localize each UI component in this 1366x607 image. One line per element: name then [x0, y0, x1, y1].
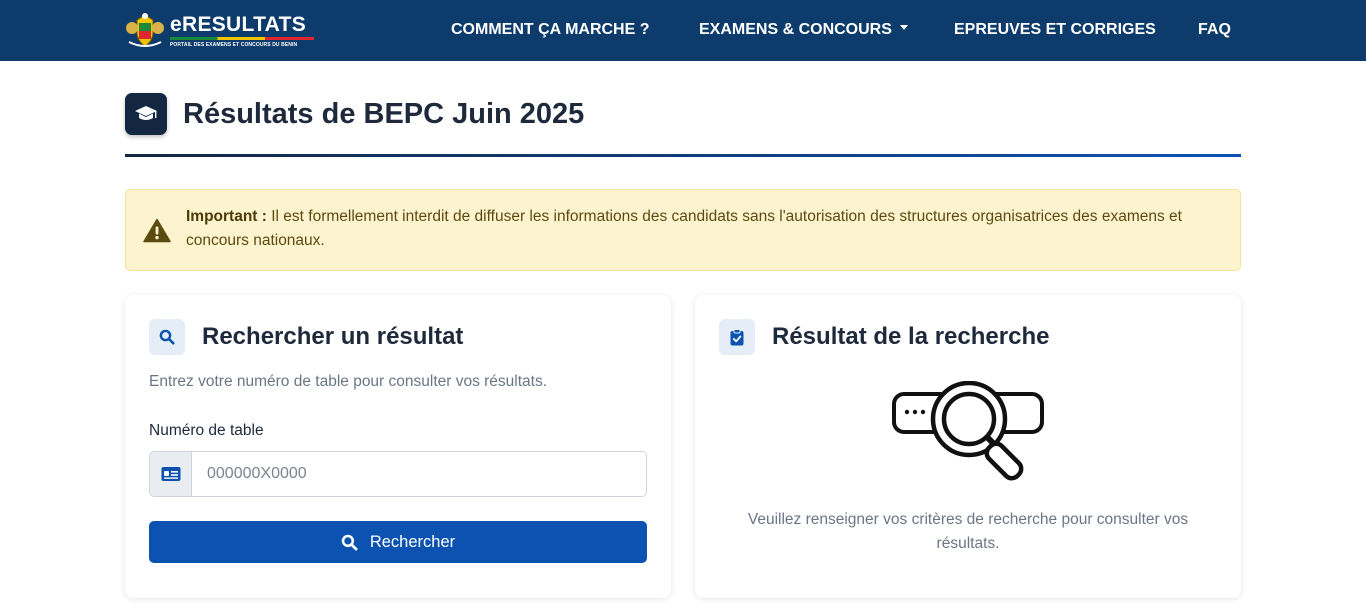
clipboard-check-icon [730, 328, 744, 345]
nav-link-comment-ca-marche[interactable]: COMMENT ÇA MARCHE ? [451, 20, 650, 40]
alert-message: Important : Il est formellement interdit… [186, 205, 1231, 253]
flag-stripe [170, 36, 314, 40]
search-icon [341, 534, 358, 550]
id-card-icon [161, 467, 180, 481]
graduation-cap-icon [135, 106, 157, 120]
nav-link-epreuves-corriges[interactable]: EPREUVES ET CORRIGES [954, 20, 1156, 40]
important-alert: Important : Il est formellement interdit… [125, 189, 1241, 271]
table-number-input-group [149, 451, 647, 497]
alert-strong: Important : [186, 208, 267, 225]
coat-of-arms-icon [126, 13, 164, 47]
caret-down-icon [899, 25, 908, 31]
warning-icon [143, 218, 171, 243]
card-icon-badge [149, 319, 185, 355]
search-button-label: Rechercher [369, 532, 456, 551]
table-number-input[interactable] [192, 452, 646, 496]
input-addon [150, 452, 192, 496]
title-badge [125, 93, 167, 135]
table-number-label: Numéro de table [149, 422, 264, 439]
nav-link-label: EXAMENS & CONCOURS [699, 21, 892, 38]
alert-body: Il est formellement interdit de diffuser… [186, 208, 1182, 249]
search-button[interactable]: Rechercher [149, 521, 647, 563]
result-card: Résultat de la recherche Veuillez rensei… [695, 295, 1241, 598]
nav-link-examens-concours[interactable]: EXAMENS & CONCOURS [699, 20, 908, 40]
brand-logo[interactable]: eRESULTATS PORTAIL DES EXAMENS ET CONCOU… [124, 12, 314, 50]
brand-name: eRESULTATS [170, 12, 307, 36]
search-card-description: Entrez votre numéro de table pour consul… [149, 373, 548, 390]
title-divider [125, 154, 1241, 157]
search-icon [159, 329, 175, 345]
navbar: eRESULTATS PORTAIL DES EXAMENS ET CONCOU… [0, 0, 1366, 61]
result-card-title: Résultat de la recherche [772, 323, 1050, 350]
search-card: Rechercher un résultat Entrez votre numé… [125, 295, 671, 598]
result-placeholder-message: Veuillez renseigner vos critères de rech… [747, 511, 1189, 552]
search-card-title: Rechercher un résultat [202, 323, 464, 350]
brand-subtitle: PORTAIL DES EXAMENS ET CONCOURS DU BENIN [170, 41, 298, 48]
search-illustration-icon [892, 381, 1044, 481]
page-title: Résultats de BEPC Juin 2025 [183, 98, 585, 130]
nav-link-faq[interactable]: FAQ [1198, 20, 1231, 40]
card-icon-badge [719, 319, 755, 355]
